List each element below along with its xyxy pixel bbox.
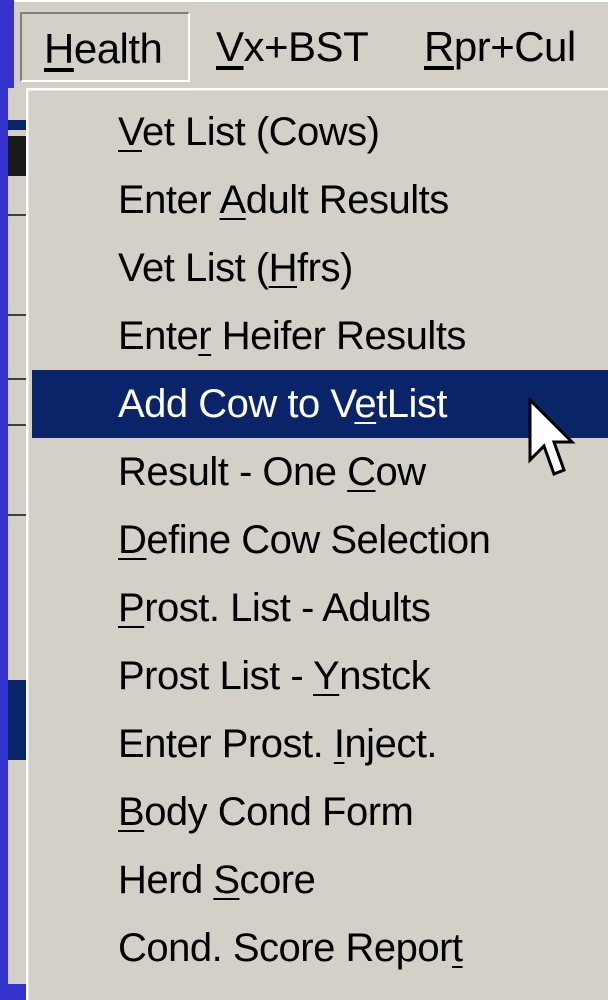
menu-item-post: dult Results <box>245 178 449 222</box>
menu-item-post: nstck <box>339 654 431 698</box>
menu-item-enter-prost-inject[interactable]: Enter Prost. Inject. <box>32 710 608 778</box>
menu-item-accel: e <box>354 382 377 426</box>
menu-item-post: efine Cow Selection <box>146 518 491 562</box>
background-divider <box>8 314 26 316</box>
background-window-edge <box>0 88 8 984</box>
background-title-fragment <box>8 120 26 130</box>
menu-item-accel: C <box>347 450 376 494</box>
menu-vx-bst[interactable]: Vx+BST <box>216 12 369 82</box>
menu-item-accel: H <box>268 246 298 290</box>
menu-item-pre: Enter <box>118 178 220 222</box>
menu-item-post: core <box>239 858 316 902</box>
menu-item-pre: Add Cow to V <box>118 382 355 426</box>
menu-item-pre: Enter Prost. <box>118 722 334 766</box>
menu-item-accel: V <box>118 110 142 154</box>
menu-item-accel: S <box>213 858 240 902</box>
menu-item-add-cow-to-vetlist[interactable]: Add Cow to VetList <box>32 370 608 438</box>
menu-rpr-cul-accel: R <box>424 23 454 70</box>
menu-item-pre: Cond. Score Repor <box>118 926 452 970</box>
menu-item-accel: P <box>118 586 145 630</box>
menu-item-enter-adult-results[interactable]: Enter Adult Results <box>32 166 608 234</box>
menu-item-post: et List (Cows) <box>141 110 380 154</box>
menu-item-prost-list-ynstck[interactable]: Prost List - Ynstck <box>32 642 608 710</box>
menu-item-body-cond-form[interactable]: Body Cond Form <box>32 778 608 846</box>
menu-rpr-cul[interactable]: Rpr+Cul <box>424 12 576 82</box>
background-divider <box>8 514 26 516</box>
menu-item-post: ody Cond Form <box>144 790 414 834</box>
background-window-strip <box>0 88 26 984</box>
menu-item-pre: Prost List - <box>118 654 314 698</box>
health-dropdown-menu: Vet List (Cows) Enter Adult Results Vet … <box>26 88 608 1000</box>
menu-item-vet-list-cows[interactable]: Vet List (Cows) <box>32 98 608 166</box>
menu-item-accel: Y <box>313 654 340 698</box>
menu-item-accel: t <box>451 926 463 970</box>
menu-item-herd-score[interactable]: Herd Score <box>32 846 608 914</box>
menu-health-accel: H <box>44 25 74 72</box>
menu-item-pre: Herd <box>118 858 214 902</box>
menu-item-cond-score-report[interactable]: Cond. Score Report <box>32 914 608 982</box>
menu-item-prost-list-adults[interactable]: Prost. List - Adults <box>32 574 608 642</box>
menu-item-enter-heifer-results[interactable]: Enter Heifer Results <box>32 302 608 370</box>
menu-item-accel: I <box>333 722 345 766</box>
menu-vx-bst-accel: V <box>216 23 244 70</box>
background-divider <box>8 424 26 426</box>
background-control-fragment <box>8 136 26 176</box>
arrow-cursor-icon <box>528 398 576 476</box>
menu-item-post: tList <box>376 382 447 426</box>
menu-vx-bst-post: x+BST <box>243 23 369 70</box>
background-divider <box>8 214 26 216</box>
menubar: Health Vx+BST Rpr+Cul <box>14 0 608 90</box>
menu-item-pre: Result - One <box>118 450 348 494</box>
menu-item-accel: D <box>118 518 147 562</box>
menu-item-post: Heifer Results <box>211 314 467 358</box>
background-divider <box>8 378 26 380</box>
menu-item-accel: B <box>118 790 145 834</box>
menu-health[interactable]: Health <box>20 12 190 82</box>
background-selection-fragment <box>8 680 26 760</box>
menu-item-pre: Vet List ( <box>118 246 269 290</box>
menu-item-post: nject. <box>344 722 438 766</box>
menu-item-post: ow <box>375 450 427 494</box>
menu-item-accel: A <box>219 178 247 222</box>
menu-item-define-cow-selection[interactable]: Define Cow Selection <box>32 506 608 574</box>
menu-item-pre: Ente <box>118 314 199 358</box>
menu-item-accel: r <box>198 314 212 358</box>
menu-health-post: ealth <box>73 25 163 72</box>
menu-item-post: frs) <box>297 246 353 290</box>
menu-item-vet-list-hfrs[interactable]: Vet List (Hfrs) <box>32 234 608 302</box>
menu-item-result-one-cow[interactable]: Result - One Cow <box>32 438 608 506</box>
menu-item-post: rost. List - Adults <box>144 586 431 630</box>
menu-rpr-cul-post: pr+Cul <box>453 23 576 70</box>
